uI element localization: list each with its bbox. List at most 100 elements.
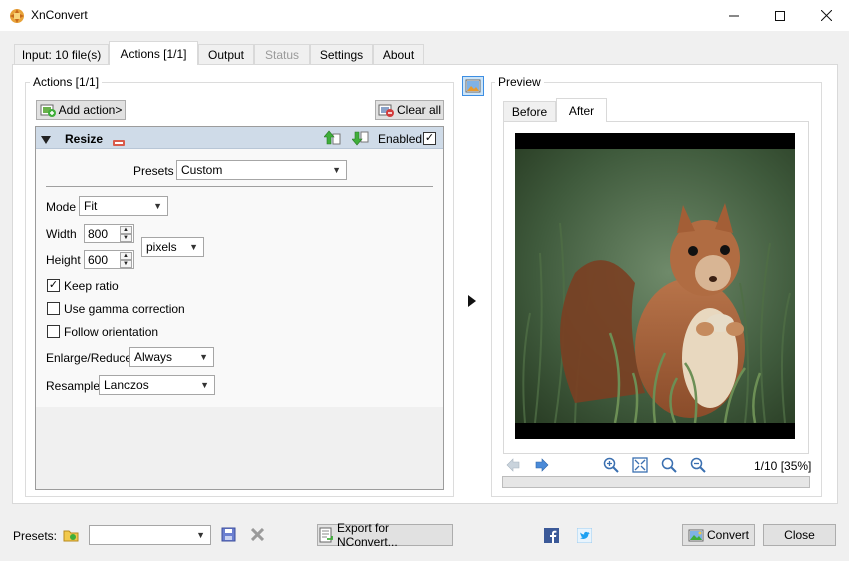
page-info: 1/10 [35%]	[754, 459, 812, 473]
checkmark-icon: ✓	[424, 132, 435, 144]
tab-label: After	[568, 103, 595, 118]
tab-actions[interactable]: Actions [1/1]	[109, 41, 198, 65]
collapse-triangle-icon[interactable]	[41, 133, 51, 147]
keep-ratio-label: Keep ratio	[64, 279, 119, 293]
chevron-down-icon: ▼	[153, 201, 162, 211]
add-action-button[interactable]: Add action>	[36, 100, 126, 120]
close-label: Close	[784, 528, 815, 542]
add-action-label: Add action>	[58, 103, 123, 117]
chevron-down-icon: ▼	[200, 380, 209, 390]
unit-select[interactable]: pixels ▼	[141, 237, 204, 257]
export-nconvert-button[interactable]: Export for NConvert...	[317, 521, 453, 549]
tab-settings[interactable]: Settings	[310, 44, 373, 64]
gamma-correction-checkbox[interactable]	[47, 302, 60, 315]
tab-after[interactable]: After	[556, 98, 607, 122]
checkmark-icon: ✓	[48, 279, 59, 291]
resize-title: Resize	[65, 132, 104, 146]
resample-value: Lanczos	[104, 378, 149, 392]
enabled-label: Enabled	[378, 132, 423, 146]
divider	[46, 186, 433, 187]
width-value: 800	[88, 227, 109, 241]
footer-presets-label: Presets:	[13, 529, 58, 543]
minimize-button[interactable]	[711, 0, 757, 31]
preview-toggle-button[interactable]	[462, 76, 484, 96]
tab-label: Output	[207, 47, 245, 62]
tab-label: Status	[264, 47, 300, 62]
mode-select[interactable]: Fit ▼	[79, 196, 168, 216]
tab-output[interactable]: Output	[198, 44, 254, 64]
height-label: Height	[46, 253, 81, 267]
clear-all-icon	[378, 102, 394, 118]
resample-select[interactable]: Lanczos ▼	[99, 375, 215, 395]
enlarge-reduce-value: Always	[134, 350, 173, 364]
window-title: XnConvert	[31, 8, 88, 22]
tab-before[interactable]: Before	[503, 101, 556, 121]
preview-group-label: Preview	[495, 75, 544, 89]
maximize-button[interactable]	[757, 0, 803, 31]
width-decrement-icon[interactable]: ▼	[120, 234, 132, 242]
height-increment-icon[interactable]: ▲	[120, 252, 132, 260]
xnconvert-logo-icon	[9, 8, 25, 24]
facebook-icon[interactable]	[544, 528, 559, 546]
close-button[interactable]: Close	[763, 524, 836, 546]
chevron-down-icon: ▼	[332, 165, 341, 175]
height-decrement-icon[interactable]: ▼	[120, 260, 132, 268]
width-increment-icon[interactable]: ▲	[120, 226, 132, 234]
next-arrow-icon[interactable]	[535, 458, 549, 475]
remove-action-icon[interactable]	[113, 135, 125, 149]
zoom-in-icon[interactable]	[603, 457, 619, 476]
enabled-checkbox[interactable]: ✓	[423, 132, 436, 145]
zoom-actual-icon[interactable]	[661, 457, 677, 476]
tab-input[interactable]: Input: 10 file(s)	[14, 44, 109, 64]
zoom-out-icon[interactable]	[690, 457, 706, 476]
unit-value: pixels	[146, 240, 177, 254]
width-spinbox[interactable]: 800 ▲ ▼	[84, 224, 134, 243]
image-preview-icon	[465, 78, 481, 94]
fit-to-window-icon[interactable]	[632, 457, 648, 476]
gamma-correction-label: Use gamma correction	[64, 302, 185, 316]
chevron-down-icon: ▼	[199, 352, 208, 362]
mode-label: Mode	[46, 200, 77, 214]
previous-arrow-icon[interactable]	[506, 458, 520, 475]
save-preset-icon[interactable]	[221, 527, 236, 545]
resample-label: Resample	[46, 379, 101, 393]
tab-about[interactable]: About	[373, 44, 424, 64]
height-spinbox[interactable]: 600 ▲ ▼	[84, 250, 134, 269]
chevron-down-icon: ▼	[196, 530, 205, 540]
convert-icon	[688, 527, 704, 543]
keep-ratio-checkbox[interactable]: ✓	[47, 279, 60, 292]
preview-image	[515, 133, 795, 439]
tab-label: About	[382, 47, 415, 62]
follow-orientation-label: Follow orientation	[64, 325, 159, 339]
add-action-icon	[40, 102, 56, 118]
tab-label: Input: 10 file(s)	[21, 47, 102, 62]
tab-label: Before	[511, 104, 548, 119]
convert-button[interactable]: Convert	[682, 524, 755, 546]
enlarge-reduce-label: Enlarge/Reduce	[46, 351, 133, 365]
chevron-down-icon: ▼	[189, 242, 198, 252]
actions-group-label: Actions [1/1]	[30, 75, 103, 89]
tab-label: Actions [1/1]	[120, 46, 187, 61]
close-window-button[interactable]	[803, 0, 849, 31]
play-triangle-icon[interactable]	[468, 295, 476, 310]
clear-all-button[interactable]: Clear all	[375, 100, 444, 120]
delete-preset-icon[interactable]	[250, 527, 265, 544]
tab-status: Status	[254, 44, 310, 64]
width-label: Width	[46, 227, 77, 241]
footer-presets-select[interactable]: ▼	[89, 525, 211, 545]
tab-label: Settings	[319, 47, 364, 62]
open-folder-icon[interactable]	[63, 527, 79, 546]
enlarge-reduce-select[interactable]: Always ▼	[129, 347, 214, 367]
resize-settings-panel	[36, 149, 443, 407]
move-down-icon[interactable]	[351, 130, 369, 149]
mode-value: Fit	[84, 199, 98, 213]
export-script-icon	[318, 527, 334, 543]
convert-label: Convert	[706, 528, 750, 542]
follow-orientation-checkbox[interactable]	[47, 325, 60, 338]
twitter-icon[interactable]	[576, 527, 593, 546]
export-nconvert-label: Export for NConvert...	[337, 521, 398, 549]
presets-select[interactable]: Custom ▼	[176, 160, 347, 180]
move-up-icon[interactable]	[323, 130, 341, 149]
preview-progress-bar	[502, 476, 810, 488]
height-value: 600	[88, 253, 109, 267]
